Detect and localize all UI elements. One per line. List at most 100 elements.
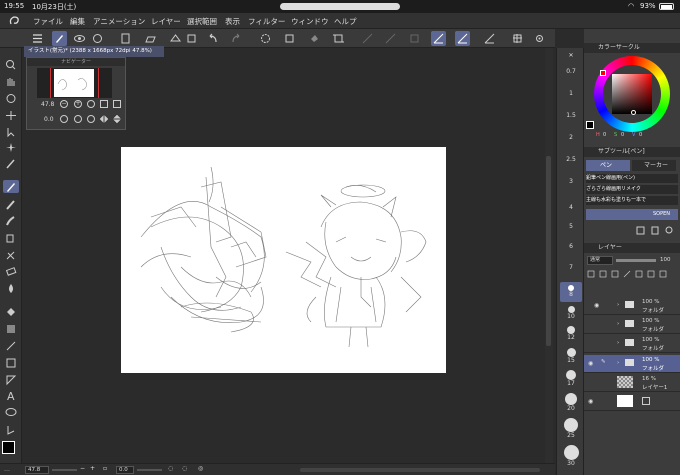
size-option[interactable]: 1.5 bbox=[557, 112, 585, 119]
zoom-in-icon[interactable]: + bbox=[74, 100, 82, 108]
bottom-rotate-left-icon[interactable]: ◌ bbox=[168, 465, 173, 472]
quick-access-icon[interactable] bbox=[52, 31, 67, 46]
folder-expand-icon[interactable]: › bbox=[617, 321, 619, 327]
bottom-rotate-right-icon[interactable]: ◌ bbox=[182, 465, 187, 472]
bottom-zoom-field[interactable]: 47.8 bbox=[25, 466, 49, 474]
flip-vertical-icon[interactable] bbox=[113, 114, 121, 124]
deselect-icon[interactable] bbox=[258, 31, 273, 46]
color-palette-icon[interactable] bbox=[510, 31, 525, 46]
navigator-preview[interactable] bbox=[37, 68, 112, 98]
color-wheel-header[interactable]: カラーサークル bbox=[584, 43, 680, 53]
menu-view[interactable]: 表示 bbox=[225, 16, 240, 27]
folder-expand-icon[interactable]: › bbox=[617, 360, 619, 366]
undo-icon[interactable] bbox=[205, 31, 220, 46]
layer-row[interactable]: ◉ bbox=[584, 393, 680, 411]
size-option[interactable]: 17 bbox=[557, 370, 585, 387]
menu-help[interactable]: ヘルプ bbox=[334, 16, 357, 27]
size-option[interactable]: 3 bbox=[557, 178, 585, 185]
size-palette-close-icon[interactable]: ✕ bbox=[557, 52, 585, 59]
reset-rotation-icon[interactable] bbox=[87, 115, 95, 123]
actual-size-icon[interactable] bbox=[100, 100, 108, 108]
clear-selection-icon[interactable] bbox=[282, 31, 297, 46]
hue-ring[interactable] bbox=[594, 56, 670, 132]
saturation-value-square[interactable] bbox=[612, 74, 652, 114]
stop-icon[interactable] bbox=[407, 31, 422, 46]
frame-icon[interactable] bbox=[3, 356, 19, 369]
copy-sub-tool-icon[interactable] bbox=[636, 225, 646, 235]
size-option[interactable]: 15 bbox=[557, 348, 585, 364]
snap-special-ruler-icon[interactable] bbox=[455, 31, 470, 46]
zoom-slider[interactable] bbox=[52, 469, 77, 471]
gradient-icon[interactable] bbox=[3, 322, 19, 335]
blend-mode-select[interactable]: 通常 bbox=[587, 256, 613, 265]
canvas-horizontal-scrollbar[interactable] bbox=[300, 468, 540, 472]
blend-icon[interactable] bbox=[3, 282, 19, 295]
size-option[interactable]: 7 bbox=[557, 264, 585, 271]
bottom-reset-rotation-icon[interactable]: ◎ bbox=[198, 465, 203, 472]
hamburger-icon[interactable] bbox=[30, 31, 45, 46]
menu-animation[interactable]: アニメーション bbox=[93, 16, 145, 27]
record-icon[interactable] bbox=[90, 31, 105, 46]
sub-tool-tab-marker[interactable]: マーカー bbox=[632, 160, 676, 171]
zoom-out-icon[interactable]: − bbox=[60, 100, 68, 108]
rotate-view-icon[interactable] bbox=[3, 92, 19, 105]
decoration-icon[interactable] bbox=[3, 248, 19, 261]
layer-row-selected[interactable]: ◉ ✎ › 100 % フォルダ bbox=[584, 355, 680, 373]
layer-row[interactable]: › 100 % フォルダ bbox=[584, 316, 680, 334]
eraser-icon[interactable] bbox=[3, 265, 19, 278]
visibility-eye-icon[interactable]: ◉ bbox=[594, 302, 599, 309]
sub-tool-header[interactable]: サブツール[ペン] bbox=[584, 147, 680, 157]
snap-icon[interactable] bbox=[383, 31, 398, 46]
sv-picker-handle[interactable] bbox=[631, 110, 636, 115]
open-icon[interactable] bbox=[143, 31, 158, 46]
hand-icon[interactable] bbox=[3, 75, 19, 88]
snap-grid-icon[interactable] bbox=[482, 31, 497, 46]
ruler-tool-icon[interactable] bbox=[3, 373, 19, 386]
rotate-right-icon[interactable] bbox=[74, 115, 82, 123]
bottom-zoom-in-icon[interactable]: + bbox=[90, 465, 95, 472]
visibility-eye-icon[interactable]: ◉ bbox=[588, 398, 593, 405]
fill-icon[interactable] bbox=[307, 31, 322, 46]
size-option[interactable]: 25 bbox=[557, 418, 585, 439]
brush-icon[interactable] bbox=[3, 214, 19, 227]
sub-tool-tab-pen[interactable]: ペン bbox=[586, 160, 630, 171]
sparkle-icon[interactable] bbox=[3, 141, 19, 154]
size-option[interactable]: 2 bbox=[557, 134, 585, 141]
bottom-angle-field[interactable]: 0.0 bbox=[116, 466, 134, 474]
brush-item[interactable]: 主線も水彩も塗りも一本で bbox=[586, 196, 678, 205]
size-option[interactable]: 20 bbox=[557, 393, 585, 412]
text-icon[interactable]: A bbox=[3, 389, 19, 403]
redo-icon[interactable] bbox=[229, 31, 244, 46]
folder-expand-icon[interactable]: › bbox=[617, 340, 619, 346]
opacity-slider[interactable] bbox=[616, 259, 656, 262]
size-option[interactable]: 0.7 bbox=[557, 68, 585, 75]
menu-window[interactable]: ウィンドウ bbox=[291, 16, 329, 27]
menu-filter[interactable]: フィルター bbox=[248, 16, 285, 27]
scroll-thumb[interactable] bbox=[546, 156, 551, 346]
move-icon[interactable] bbox=[3, 109, 19, 122]
layer-row[interactable]: 16 % レイヤー1 bbox=[584, 374, 680, 392]
app-logo-icon[interactable] bbox=[8, 15, 20, 27]
eye-icon[interactable] bbox=[72, 31, 87, 46]
folder-expand-icon[interactable]: › bbox=[617, 302, 619, 308]
size-option[interactable]: 6 bbox=[557, 243, 585, 250]
export-icon[interactable] bbox=[184, 31, 199, 46]
main-color-swatch[interactable] bbox=[2, 441, 15, 454]
layer-row[interactable]: › 100 % フォルダ bbox=[584, 335, 680, 353]
size-option[interactable]: 10 bbox=[557, 306, 585, 320]
delete-sub-tool-icon[interactable] bbox=[650, 225, 660, 235]
fit-window-icon[interactable] bbox=[113, 100, 121, 108]
brush-item-selected[interactable]: SOPEN bbox=[586, 209, 678, 220]
bottom-zoom-out-icon[interactable]: − bbox=[80, 465, 85, 472]
layer-header[interactable]: レイヤー bbox=[584, 243, 680, 253]
brush-item[interactable]: ざらざら線画用リメイク bbox=[586, 185, 678, 194]
airbrush-icon[interactable] bbox=[3, 231, 19, 244]
balloon-icon[interactable] bbox=[3, 406, 19, 419]
fill-bucket-icon[interactable] bbox=[3, 305, 19, 318]
ruler-icon[interactable] bbox=[360, 31, 375, 46]
pen-tool-icon[interactable] bbox=[3, 180, 19, 193]
sub-tool-settings-icon[interactable] bbox=[664, 225, 674, 235]
wheel-main-color[interactable] bbox=[586, 121, 594, 129]
menu-dots-icon[interactable]: … bbox=[4, 466, 10, 473]
zoom-icon[interactable] bbox=[3, 58, 19, 71]
